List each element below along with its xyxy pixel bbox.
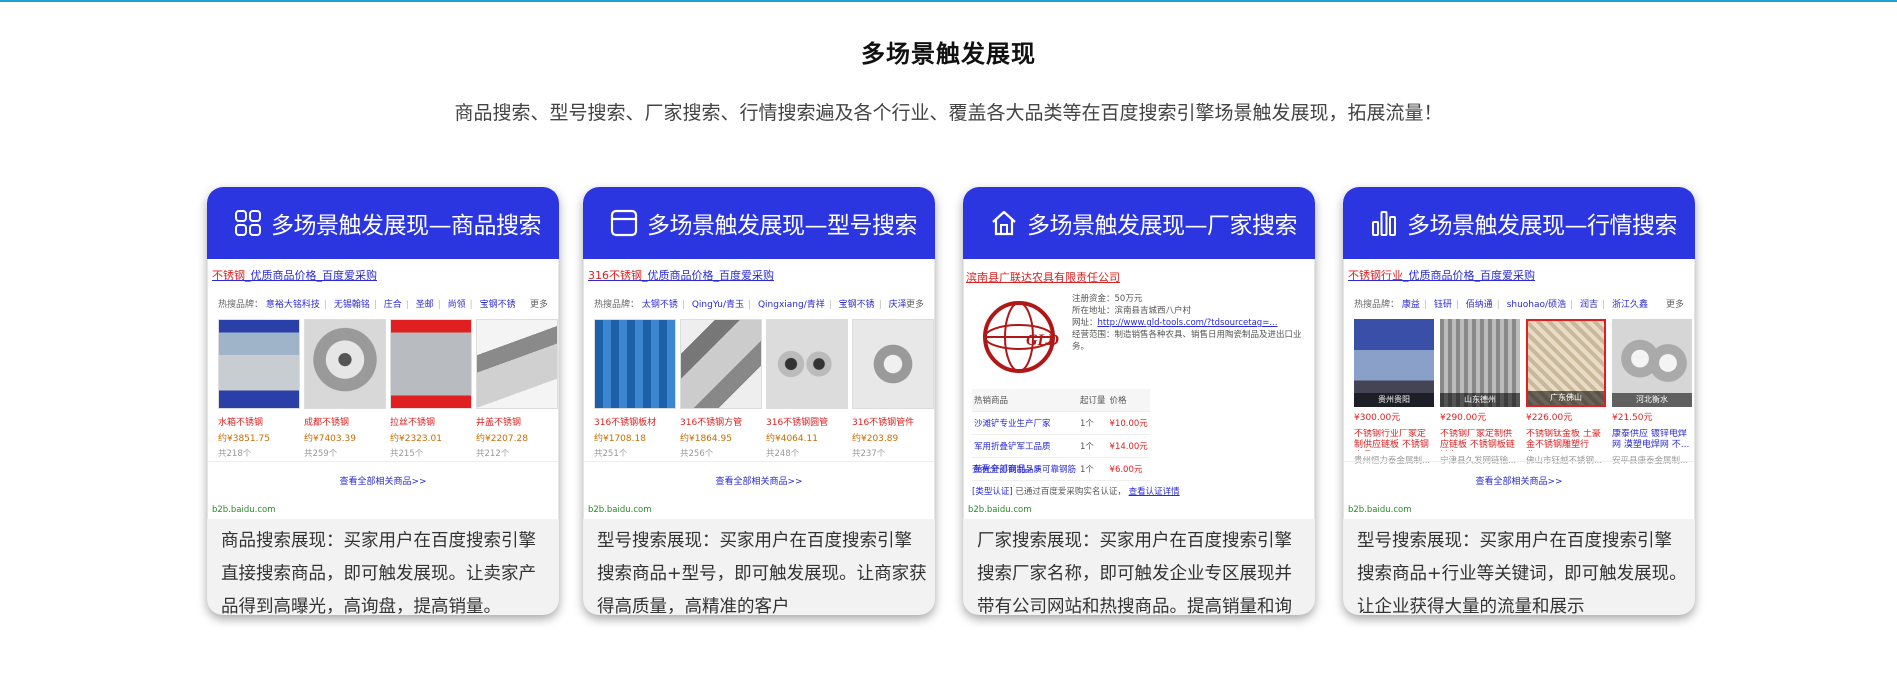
hot-brand-item[interactable]: 浙江久鑫 — [1612, 300, 1648, 310]
company-website-link[interactable]: http://www.gld-tools.com/?tdsourcetag=..… — [1098, 318, 1278, 328]
window-icon — [610, 209, 638, 237]
view-all-link[interactable]: 查看全部相关商品>> — [584, 461, 934, 487]
search-result-screenshot: 316不锈钢_优质商品价格_百度爱采购 热搜品牌： 太钢不锈 | QingYu/青… — [583, 259, 935, 519]
more-link[interactable]: 更多 — [530, 297, 548, 310]
card-header: 多场景触发展现—行情搜索 — [1343, 187, 1695, 259]
hot-brand-item[interactable]: 庄合 — [384, 300, 402, 310]
product-item[interactable]: 山东德州 ¥290.00元 不锈钢厂家定制供应链板 不锈钢板链链条... 宁津县… — [1440, 319, 1520, 466]
search-result-screenshot: 不锈钢行业_优质商品价格_百度爱采购 热搜品牌： 康益 | 钰研 | 佰纳通 | sh… — [1343, 259, 1695, 519]
card-title: 多场景触发展现—商品搜索 — [271, 213, 542, 239]
product-image: 河北衡水 — [1612, 319, 1692, 407]
grid-apps-icon — [235, 210, 261, 236]
card-header: 多场景触发展现—型号搜索 — [583, 187, 935, 259]
page-title: 多场景触发展现 — [861, 40, 1036, 68]
product-item[interactable]: 水箱不锈钢 约¥3851.75 共218个 — [218, 319, 300, 459]
product-item[interactable]: 拉丝不锈钢 约¥2323.01 共215个 — [390, 319, 472, 459]
page-subtitle: 商品搜索、型号搜索、厂家搜索、行情搜索遍及各个行业、覆盖各大品类等在百度搜索引擎… — [454, 102, 1443, 124]
card-header: 多场景触发展现—商品搜索 — [207, 187, 559, 259]
product-item[interactable]: 成都不锈钢 约¥7403.39 共259个 — [304, 319, 386, 459]
product-item[interactable]: 316不锈钢板材 约¥1708.18 共251个 — [594, 319, 676, 459]
product-image: 贵州贵阳 — [1354, 319, 1434, 407]
table-row[interactable]: 军用折叠铲军工品质 1个 ¥14.00元 — [972, 434, 1150, 458]
hot-brands: 热搜品牌： 太钢不锈 | QingYu/青玉 | Qingxiang/青祥 | 宝钢不… — [594, 297, 924, 310]
product-row: 水箱不锈钢 约¥3851.75 共218个 成都不锈钢 约¥7403.39 共2… — [218, 319, 558, 459]
result-link[interactable]: 316不锈钢_优质商品价格_百度爱采购 — [588, 267, 774, 283]
card-description: 型号搜索展现：买家用户在百度搜索引擎搜索商品+型号，即可触发展现。让商家获得高质… — [597, 531, 927, 615]
result-domain: b2b.baidu.com — [588, 505, 652, 515]
card-title: 多场景触发展现—型号搜索 — [647, 213, 918, 239]
hot-brand-item[interactable]: 尚领 — [448, 300, 466, 310]
top-accent-line — [0, 0, 1897, 2]
card-model-search: 多场景触发展现—型号搜索 316不锈钢_优质商品价格_百度爱采购 热搜品牌： 太… — [583, 187, 935, 615]
hot-brand-item[interactable]: 康益 — [1402, 300, 1420, 310]
hot-brand-item[interactable]: 意裕大铭科技 — [266, 300, 320, 310]
hot-brand-item[interactable]: QingYu/青玉 — [692, 300, 744, 310]
more-link[interactable]: 更多 — [1666, 297, 1684, 310]
card-title: 多场景触发展现—厂家搜索 — [1027, 213, 1298, 239]
product-item[interactable]: 井盖不锈钢 约¥2207.28 共212个 — [476, 319, 558, 459]
result-domain: b2b.baidu.com — [968, 505, 1032, 515]
table-row[interactable]: 沙滩铲专业生产厂家 1个 ¥10.00元 — [972, 411, 1150, 435]
bar-chart-icon — [1372, 211, 1396, 236]
hot-brand-item[interactable]: shuohao/硕浩 — [1507, 300, 1566, 310]
hot-brand-item[interactable]: 佰纳通 — [1466, 300, 1493, 310]
card-header: 多场景触发展现—厂家搜索 — [963, 187, 1315, 259]
hot-brand-item[interactable]: 钰研 — [1434, 300, 1452, 310]
result-domain: b2b.baidu.com — [1348, 505, 1412, 515]
svg-text:GLD: GLD — [1026, 332, 1059, 349]
card-description: 商品搜索展现：买家用户在百度搜索引擎直接搜索商品，即可触发展现。让卖家产品得到高… — [221, 531, 536, 615]
product-image — [304, 319, 386, 409]
hot-brand-item[interactable]: 圣邮 — [416, 300, 434, 310]
product-item[interactable]: 河北衡水 ¥21.50元 康泰供应 镀锌电焊网 漠塑电焊网 不... 安平县康泰… — [1612, 319, 1692, 466]
hot-brands: 热搜品牌： 意裕大铭科技 | 无锡翰铭 | 庄合 | 圣邮 | 尚领 | 宝钢不锈 更多 — [218, 297, 548, 310]
card-title: 多场景触发展现—行情搜索 — [1407, 213, 1678, 239]
product-item[interactable]: 贵州贵阳 ¥300.00元 不锈钢行业厂家定制供应链板 不锈钢产品 贵州恒力泰金… — [1354, 319, 1434, 466]
product-item[interactable]: 316不锈钢管件 约¥203.89 共237个 — [852, 319, 934, 459]
product-item[interactable]: 广东佛山 ¥226.00元 不锈钢钛金板 土豪金不锈钢雕塑行业... 佛山市钰越… — [1526, 319, 1606, 466]
hot-brand-item[interactable]: 宝钢不锈 — [480, 300, 516, 310]
card-manufacturer-search: 多场景触发展现—厂家搜索 滨南县广联达农具有限责任公司 GLD 注册资金：50万… — [963, 187, 1315, 615]
card-description: 厂家搜索展现：买家用户在百度搜索引擎搜索厂家名称，即可触发企业专区展现并带有公司… — [977, 531, 1292, 615]
card-product-search: 多场景触发展现—商品搜索 不锈钢_优质商品价格_百度爱采购 热搜品牌： 意裕大铭… — [207, 187, 559, 615]
product-row: 贵州贵阳 ¥300.00元 不锈钢行业厂家定制供应链板 不锈钢产品 贵州恒力泰金… — [1354, 319, 1692, 466]
result-link[interactable]: 不锈钢_优质商品价格_百度爱采购 — [212, 267, 377, 283]
company-link[interactable]: 滨南县广联达农具有限责任公司 — [966, 269, 1120, 285]
search-result-screenshot: 不锈钢_优质商品价格_百度爱采购 热搜品牌： 意裕大铭科技 | 无锡翰铭 | 庄合 |… — [207, 259, 559, 519]
product-image — [476, 319, 558, 409]
hot-brand-item[interactable]: Qingxiang/青祥 — [758, 300, 825, 310]
search-result-screenshot: 滨南县广联达农具有限责任公司 GLD 注册资金：50万元 所在地址：滨南县吉城西… — [963, 259, 1315, 519]
product-row: 316不锈钢板材 约¥1708.18 共251个 316不锈钢方管 约¥1864… — [594, 319, 934, 459]
card-description: 型号搜索展现：买家用户在百度搜索引擎搜索商品+行业等关键词，即可触发展现。让企业… — [1357, 531, 1687, 615]
product-image: 山东德州 — [1440, 319, 1520, 407]
card-market-search: 多场景触发展现—行情搜索 不锈钢行业_优质商品价格_百度爱采购 热搜品牌： 康益… — [1343, 187, 1695, 615]
product-image — [390, 319, 472, 409]
product-image — [852, 319, 934, 409]
company-logo-icon: GLD — [983, 301, 1059, 373]
hot-brand-item[interactable]: 庆泽 — [889, 300, 907, 310]
verification-note: [类型认证] 已通过百度爱采购实名认证， 查看认证详情 — [972, 487, 1180, 497]
product-item[interactable]: 316不锈钢圆管 约¥4064.11 共248个 — [766, 319, 848, 459]
product-image — [680, 319, 762, 409]
product-image — [594, 319, 676, 409]
view-all-link[interactable]: 查看全部相关商品>> — [1344, 461, 1694, 487]
home-icon — [992, 210, 1016, 236]
product-item[interactable]: 316不锈钢方管 约¥1864.95 共256个 — [680, 319, 762, 459]
verify-details-link[interactable]: 查看认证详情 — [1129, 487, 1180, 497]
hot-brand-item[interactable]: 润吉 — [1580, 300, 1598, 310]
product-image — [218, 319, 300, 409]
view-all-link[interactable]: 查看全部商品>> — [972, 462, 1041, 475]
hot-brand-item[interactable]: 太钢不锈 — [642, 300, 678, 310]
product-image: 广东佛山 — [1526, 319, 1606, 407]
result-link[interactable]: 不锈钢行业_优质商品价格_百度爱采购 — [1348, 267, 1535, 283]
result-domain: b2b.baidu.com — [212, 505, 276, 515]
hot-brand-item[interactable]: 宝钢不锈 — [839, 300, 875, 310]
more-link[interactable]: 更多 — [906, 297, 924, 310]
hot-brand-item[interactable]: 无锡翰铭 — [334, 300, 370, 310]
product-image — [766, 319, 848, 409]
company-info: 注册资金：50万元 所在地址：滨南县吉城西八户村 网址：http://www.g… — [1072, 294, 1302, 352]
hot-brands: 热搜品牌： 康益 | 钰研 | 佰纳通 | shuohao/硕浩 | 润吉 | 浙江久鑫 … — [1354, 297, 1684, 310]
view-all-link[interactable]: 查看全部相关商品>> — [208, 461, 558, 487]
